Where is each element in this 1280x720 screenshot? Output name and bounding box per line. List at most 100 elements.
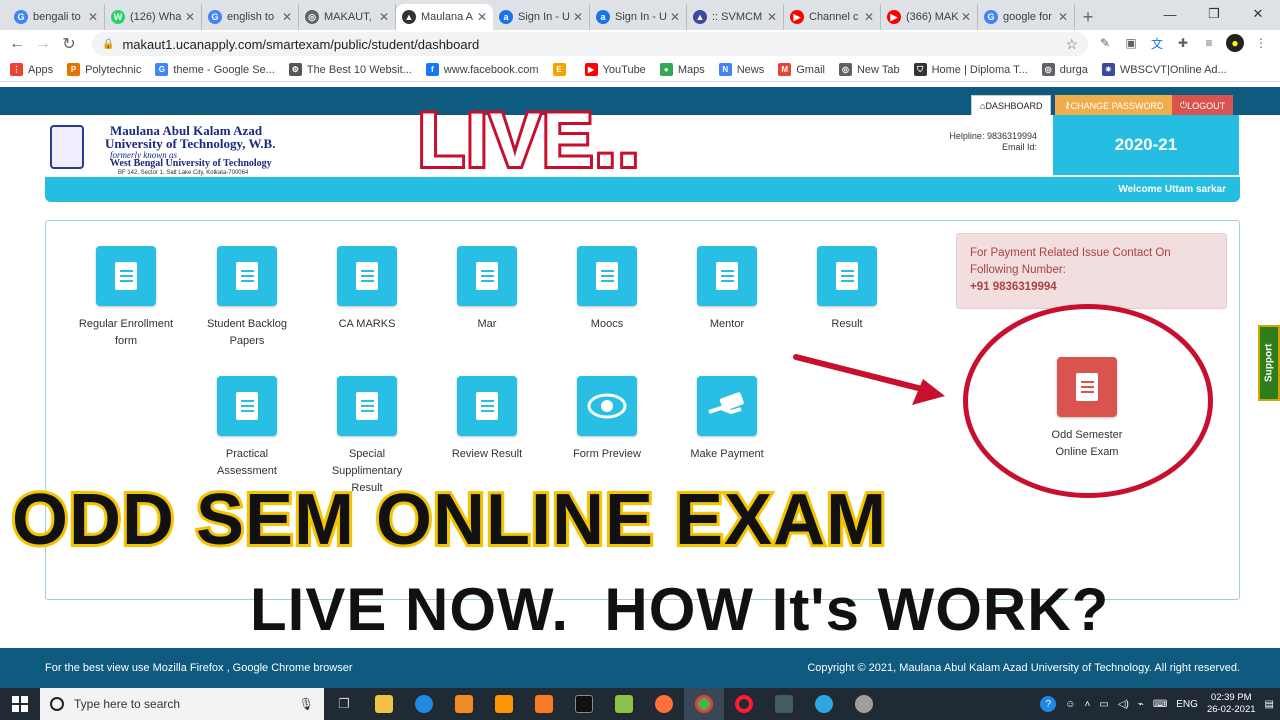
browser-tab[interactable]: ◎ MAKAUT, ✕: [299, 4, 396, 30]
dashboard-tile[interactable]: Result: [797, 246, 897, 333]
ucan-icon: a: [596, 10, 610, 24]
tab-close-icon[interactable]: ✕: [864, 10, 874, 24]
file-explorer-icon[interactable]: [364, 688, 404, 720]
reload-icon[interactable]: ↻: [56, 34, 82, 54]
dashboard-tile[interactable]: Form Preview: [557, 376, 657, 463]
kebab-menu-icon[interactable]: ⋮: [1252, 34, 1270, 52]
puzzle-extension-icon[interactable]: ✚: [1174, 34, 1192, 52]
bookmark-item[interactable]: ● Maps: [659, 63, 705, 76]
tab-close-icon[interactable]: ✕: [88, 10, 98, 24]
back-arrow-icon[interactable]: ←: [4, 35, 30, 53]
forward-arrow-icon[interactable]: →: [30, 35, 56, 53]
keyboard-icon[interactable]: ⌨: [1153, 699, 1167, 710]
browser-tab[interactable]: Gbengali to ✕: [8, 4, 105, 30]
dashboard-tile[interactable]: Review Result: [437, 376, 537, 463]
tab-close-icon[interactable]: ✕: [670, 10, 680, 24]
dashboard-tile[interactable]: Make Payment: [677, 376, 777, 463]
bookmark-item[interactable]: f www.facebook.com: [425, 63, 539, 76]
tab-close-icon[interactable]: ✕: [767, 10, 777, 24]
opera-icon[interactable]: [724, 688, 764, 720]
help-icon[interactable]: ?: [1040, 696, 1057, 712]
new-tab-icon[interactable]: +: [1075, 4, 1101, 30]
browser-tab[interactable]: ▲ Maulana A ✕: [396, 4, 493, 30]
tab-close-icon[interactable]: ✕: [185, 10, 195, 24]
dashboard-tile[interactable]: Practical Assessment: [197, 376, 297, 480]
bookmark-item[interactable]: ▶ YouTube: [584, 63, 646, 76]
university-logo[interactable]: Maulana Abul Kalam Azad University of Te…: [48, 121, 280, 176]
browser-tab[interactable]: Genglish to ✕: [202, 4, 299, 30]
maximize-icon[interactable]: ❐: [1192, 0, 1236, 28]
tab-close-icon[interactable]: ✕: [961, 10, 971, 24]
bookmark-item[interactable]: Gtheme - Google Se...: [155, 63, 275, 76]
dashboard-button[interactable]: ⌂ DASHBOARD: [971, 95, 1052, 116]
edge-icon[interactable]: [404, 688, 444, 720]
app-orange-icon[interactable]: [444, 688, 484, 720]
browser-tab[interactable]: ▶ (366) MAK ✕: [881, 4, 978, 30]
document-icon: [217, 246, 277, 306]
tab-close-icon[interactable]: ✕: [379, 10, 389, 24]
playlist-icon[interactable]: ≡: [1200, 34, 1218, 52]
tab-close-icon[interactable]: ✕: [282, 10, 292, 24]
dashboard-tile[interactable]: Student Backlog Papers: [197, 246, 297, 350]
bookmark-item[interactable]: ⋮ Apps: [10, 63, 53, 76]
site-header: Maulana Abul Kalam Azad University of Te…: [45, 115, 1240, 177]
language-indicator[interactable]: ENG: [1176, 699, 1198, 710]
browser-tab[interactable]: W (126) Wha ✕: [105, 4, 202, 30]
bookmark-item[interactable]: N News: [718, 63, 764, 76]
battery-icon[interactable]: ▭: [1099, 699, 1108, 710]
browser-tab[interactable]: ▶ Channel c ✕: [784, 4, 881, 30]
people-icon[interactable]: ☺: [1065, 699, 1075, 710]
browser-tab[interactable]: Ggoogle for ✕: [978, 4, 1075, 30]
bookmark-star-icon[interactable]: ☆: [1065, 36, 1078, 53]
tab-close-icon[interactable]: ✕: [573, 10, 583, 24]
app-terminal-icon[interactable]: [764, 688, 804, 720]
tab-close-icon[interactable]: ✕: [1058, 10, 1068, 24]
telegram-icon[interactable]: [804, 688, 844, 720]
network-icon[interactable]: ⌁: [1138, 699, 1144, 710]
browser-tab[interactable]: ▲:: SVMCM ✕: [687, 4, 784, 30]
pen-extension-icon[interactable]: ✎: [1096, 34, 1114, 52]
tab-label: (366) MAK: [906, 11, 958, 23]
tab-close-icon[interactable]: ✕: [477, 10, 487, 24]
sublime-icon[interactable]: [484, 688, 524, 720]
document-icon: [817, 246, 877, 306]
bookmark-item[interactable]: ✷ WBSCVT|Online Ad...: [1101, 63, 1227, 76]
change-password-button[interactable]: ⚷ CHANGE PASSWORD: [1055, 95, 1173, 116]
microphone-icon[interactable]: 🎙: [299, 697, 314, 711]
close-icon[interactable]: ✕: [1236, 0, 1280, 28]
browser-tab[interactable]: a Sign In - U ✕: [493, 4, 590, 30]
bookmark-item[interactable]: P Polytechnic: [67, 63, 141, 76]
support-tab[interactable]: Support: [1258, 325, 1280, 401]
dashboard-tile[interactable]: CA MARKS: [317, 246, 417, 333]
taskbar-clock[interactable]: 02:39 PM 26-02-2021: [1207, 692, 1256, 716]
screenshot-extension-icon[interactable]: ▣: [1122, 34, 1140, 52]
dashboard-tile[interactable]: Regular Enrollment form: [76, 246, 176, 350]
terminal-icon[interactable]: [564, 688, 604, 720]
windows-start-icon[interactable]: [0, 688, 40, 720]
taskbar-search-input[interactable]: Type here to search 🎙: [40, 688, 324, 720]
bookmark-item[interactable]: ⚙ The Best 10 Websit...: [288, 63, 412, 76]
url-omnibox[interactable]: 🔒 makaut1.ucanapply.com/smartexam/public…: [92, 32, 1088, 56]
bookmark-item[interactable]: ◎ New Tab: [838, 63, 900, 76]
bookmark-item[interactable]: ⛉ Home | Diploma T...: [913, 63, 1028, 76]
notifications-icon[interactable]: ▤: [1265, 699, 1274, 710]
chevron-up-icon[interactable]: ˄: [1084, 699, 1090, 710]
xampp-icon[interactable]: [524, 688, 564, 720]
firefox-icon[interactable]: [644, 688, 684, 720]
profile-avatar[interactable]: ●: [1226, 34, 1244, 52]
logout-button[interactable]: ⏻ LOGOUT: [1172, 95, 1234, 116]
translate-extension-icon[interactable]: 文: [1148, 34, 1166, 52]
dashboard-tile[interactable]: Mentor: [677, 246, 777, 333]
notepad-icon[interactable]: [604, 688, 644, 720]
chrome-icon[interactable]: [684, 688, 724, 720]
app-tool-icon[interactable]: [844, 688, 884, 720]
volume-icon[interactable]: ◁): [1118, 699, 1129, 710]
dashboard-tile[interactable]: Moocs: [557, 246, 657, 333]
browser-tab[interactable]: a Sign In - U ✕: [590, 4, 687, 30]
dashboard-tile[interactable]: Mar: [437, 246, 537, 333]
minimize-icon[interactable]: —: [1148, 0, 1192, 28]
task-view-icon[interactable]: ❐: [324, 688, 364, 720]
bookmark-item[interactable]: ◎ durga: [1041, 63, 1088, 76]
bookmark-item[interactable]: E: [552, 63, 571, 76]
bookmark-item[interactable]: M Gmail: [778, 63, 825, 76]
